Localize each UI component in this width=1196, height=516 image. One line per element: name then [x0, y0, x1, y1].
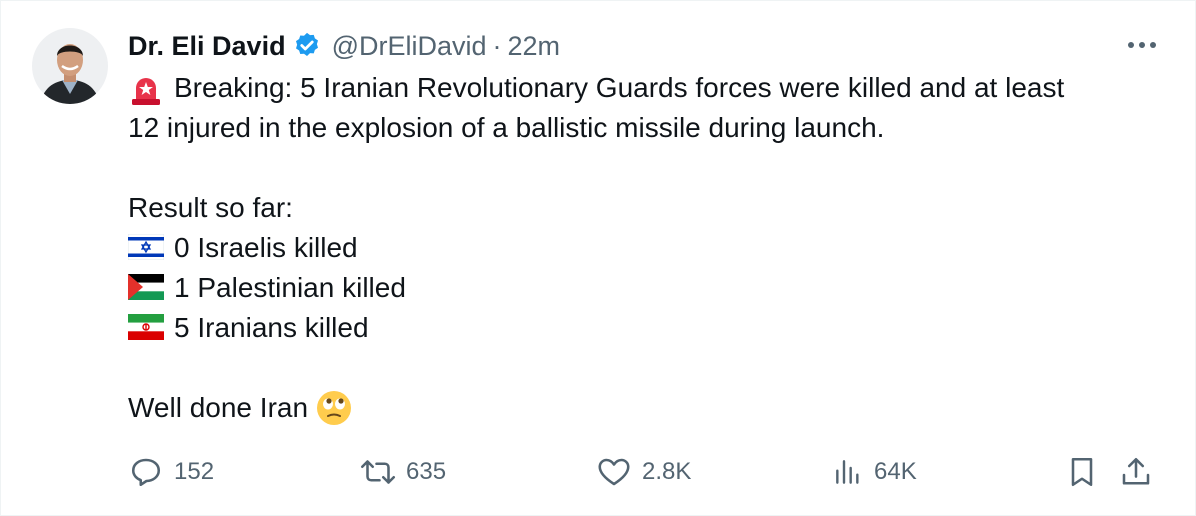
user-handle[interactable]: @DrEliDavid [332, 31, 487, 62]
display-name[interactable]: Dr. Eli David [128, 31, 286, 62]
bookmark-button[interactable] [1064, 450, 1100, 494]
views-button[interactable]: 64K [832, 450, 917, 494]
more-options-button[interactable] [1124, 30, 1160, 60]
text-line-result: Result so far: [128, 192, 293, 223]
palestine-flag-icon [128, 274, 164, 302]
iran-flag-icon [128, 314, 164, 342]
text-line-palestinian: 1 Palestinian killed [174, 272, 406, 303]
face-with-rolling-eyes-icon [316, 390, 352, 426]
tweet-text: Breaking: 5 Iranian Revolutionary Guards… [128, 68, 1168, 428]
text-line: Result so far: [128, 188, 1168, 228]
text-line: 5 Iranians killed [128, 308, 1168, 348]
text-line: 1 Palestinian killed [128, 268, 1168, 308]
share-button[interactable] [1118, 450, 1154, 494]
reply-count: 152 [174, 458, 215, 485]
text-line: 12 injured in the explosion of a ballist… [128, 108, 1168, 148]
text-line-israelis: 0 Israelis killed [174, 232, 358, 263]
like-count: 2.8K [642, 458, 692, 485]
tweet-header: Dr. Eli David @DrEliDavid · 22m [128, 26, 560, 66]
israel-flag-icon [128, 234, 164, 262]
text-line: Breaking: 5 Iranian Revolutionary Guards… [128, 68, 1168, 108]
text-line-injured: 12 injured in the explosion of a ballist… [128, 112, 885, 143]
tweet-actions: 152 635 2.8K 64K [128, 450, 1168, 494]
more-dots-icon [1128, 42, 1156, 48]
share-icon [1118, 454, 1154, 490]
views-count: 64K [874, 458, 917, 485]
repost-icon [360, 454, 396, 490]
views-chart-icon [832, 454, 864, 490]
bookmark-icon [1064, 454, 1100, 490]
rotating-light-icon [128, 74, 164, 105]
text-line-well-done: Well done Iran [128, 392, 309, 423]
text-line-iranians: 5 Iranians killed [174, 312, 369, 343]
reply-icon [128, 454, 164, 490]
avatar[interactable] [32, 28, 108, 104]
repost-count: 635 [406, 458, 447, 485]
verified-badge-icon [292, 31, 322, 61]
text-line: 0 Israelis killed [128, 228, 1168, 268]
heart-icon [596, 454, 632, 490]
text-line-breaking: Breaking: 5 Iranian Revolutionary Guards… [174, 72, 1065, 103]
timestamp[interactable]: 22m [508, 31, 561, 62]
reply-button[interactable]: 152 [128, 450, 214, 494]
header-separator: · [492, 30, 502, 61]
repost-button[interactable]: 635 [360, 450, 446, 494]
like-button[interactable]: 2.8K [596, 450, 691, 494]
text-line: Well done Iran [128, 388, 1168, 428]
